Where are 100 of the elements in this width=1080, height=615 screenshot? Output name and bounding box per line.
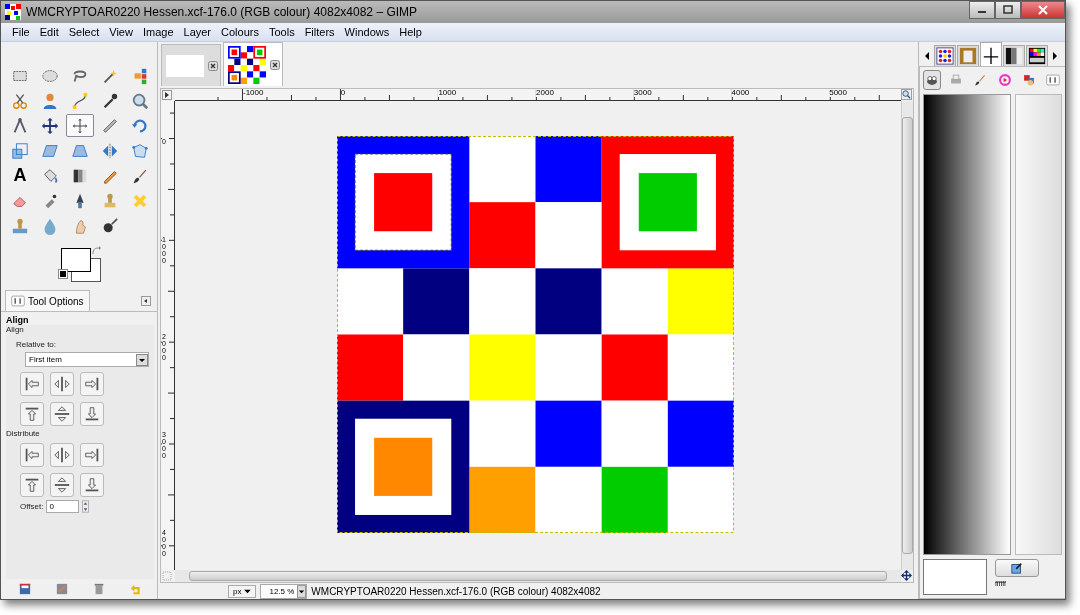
close-tab-icon[interactable] (270, 59, 280, 70)
offset-field[interactable]: 0 (46, 500, 80, 513)
cage-icon (131, 141, 149, 160)
dropdown-arrow-icon (244, 588, 252, 594)
align-left-icon (23, 446, 41, 464)
close-icon (1037, 5, 1049, 15)
align-button[interactable] (80, 372, 104, 396)
dock-subtab[interactable] (923, 70, 942, 90)
tool-options-icon (1045, 73, 1060, 87)
ruler-label: 5000 (829, 89, 847, 97)
default-colors-icon[interactable] (59, 270, 67, 278)
bucket-icon (41, 166, 59, 185)
distribute-button[interactable] (50, 473, 74, 497)
move-arrows-icon[interactable] (901, 570, 912, 581)
menu-item[interactable]: File (7, 26, 35, 38)
dodge-icon (101, 216, 119, 235)
dock-tab[interactable] (1026, 45, 1048, 66)
minimize-button[interactable] (969, 1, 995, 19)
align-button[interactable] (50, 372, 74, 396)
menu-item[interactable]: Colours (216, 26, 264, 38)
distribute-button[interactable] (80, 443, 104, 467)
menu-item[interactable]: Tools (263, 26, 300, 38)
menu-item[interactable]: View (104, 26, 138, 38)
align-center-icon (53, 446, 71, 464)
scale-icon (11, 141, 29, 160)
maximize-icon (1002, 5, 1014, 15)
blank-thumbnail (166, 54, 204, 77)
menu-item[interactable]: Filters (299, 26, 340, 38)
zoom-dropdown[interactable]: 12.5 % (260, 583, 308, 599)
dock-tab[interactable] (934, 45, 956, 66)
scroll-right-icon[interactable] (1052, 52, 1058, 60)
vertical-scrollbar[interactable] (901, 101, 913, 570)
panel-menu-icon[interactable] (141, 296, 151, 306)
image-tab[interactable] (223, 42, 283, 86)
color-wheel-icon (997, 73, 1012, 87)
clipboard-icon (959, 47, 977, 65)
align-middle-icon (53, 476, 71, 494)
distribute-button[interactable] (20, 473, 44, 497)
image-thumbnail (228, 45, 266, 84)
align-button[interactable] (50, 402, 74, 426)
brush-icon (973, 73, 988, 87)
align-right-icon (83, 375, 101, 393)
menu-item[interactable]: Windows (339, 26, 395, 38)
align-bottom-icon (83, 476, 101, 494)
maximize-button[interactable] (995, 1, 1021, 19)
close-button[interactable] (1021, 1, 1065, 19)
person-icon (41, 91, 59, 110)
distribute-button[interactable] (80, 473, 104, 497)
distribute-button[interactable] (20, 443, 44, 467)
align-button[interactable] (20, 402, 44, 426)
tool-options-icon (11, 294, 25, 308)
distribute-button[interactable] (50, 443, 74, 467)
edit-icon (1011, 562, 1023, 574)
relative-to-dropdown[interactable]: First item (25, 352, 149, 367)
restore-icon[interactable] (55, 583, 68, 595)
section-label: Align (6, 325, 25, 334)
window-title: WMCRYPTOAR0220 Hessen.xcf-176.0 (RGB colour) 4082x4082 – GIMP (26, 5, 418, 19)
align-center-icon (53, 375, 71, 393)
unit-dropdown[interactable]: px (228, 584, 257, 598)
compass-icon (11, 116, 29, 135)
menu-item[interactable]: Layer (178, 26, 217, 38)
horizontal-scrollbar[interactable] (175, 570, 901, 582)
ruler-label: 4000 (731, 89, 750, 97)
ruler-label: 0 (340, 89, 346, 97)
align-button[interactable] (20, 372, 44, 396)
menu-item[interactable]: Edit (34, 26, 64, 38)
color-swatch[interactable] (923, 559, 987, 595)
status-message: WMCRYPTOAR0220 Hessen.xcf-176.0 (RGB colour) 4082x4082 (311, 585, 601, 597)
ruler-label: 1000 (438, 89, 457, 97)
color-grid-icon (1028, 47, 1046, 65)
ruler-label: 2000 (536, 89, 554, 97)
menu-item[interactable]: Select (63, 26, 105, 38)
align-top-icon (23, 405, 41, 423)
ruler-label: -1000 (243, 89, 264, 97)
close-tab-icon[interactable] (208, 60, 218, 71)
align-left-icon (23, 375, 41, 393)
align-middle-icon (53, 405, 71, 423)
dock-tab[interactable] (980, 42, 1002, 66)
creature-icon (925, 73, 940, 87)
align-button[interactable] (80, 402, 104, 426)
menu-item[interactable]: Image (137, 26, 179, 38)
trash-icon[interactable] (92, 583, 105, 595)
swap-arrow-icon[interactable] (91, 246, 101, 256)
dock-tab[interactable] (1003, 45, 1025, 66)
menu-item[interactable]: Help (394, 26, 427, 38)
scroll-left-icon[interactable] (924, 52, 930, 60)
printer-icon (949, 73, 964, 87)
spinner-arrows-icon[interactable] (82, 500, 90, 513)
eyedropper-icon (101, 91, 119, 110)
edit-button[interactable] (995, 559, 1039, 577)
color-blocks-icon (1021, 73, 1036, 87)
tool-button[interactable]: A (6, 164, 34, 187)
tool-options-tab[interactable]: Tool Options (5, 290, 90, 311)
distribute-label: Distribute (6, 429, 41, 438)
bezier-path-icon (71, 91, 89, 110)
ruler-menu-icon[interactable] (162, 90, 172, 100)
zoom-icon[interactable] (901, 89, 912, 100)
relative-to-label: Relative to: (16, 340, 58, 349)
align-right-icon (83, 446, 101, 464)
app-icon (5, 4, 21, 20)
